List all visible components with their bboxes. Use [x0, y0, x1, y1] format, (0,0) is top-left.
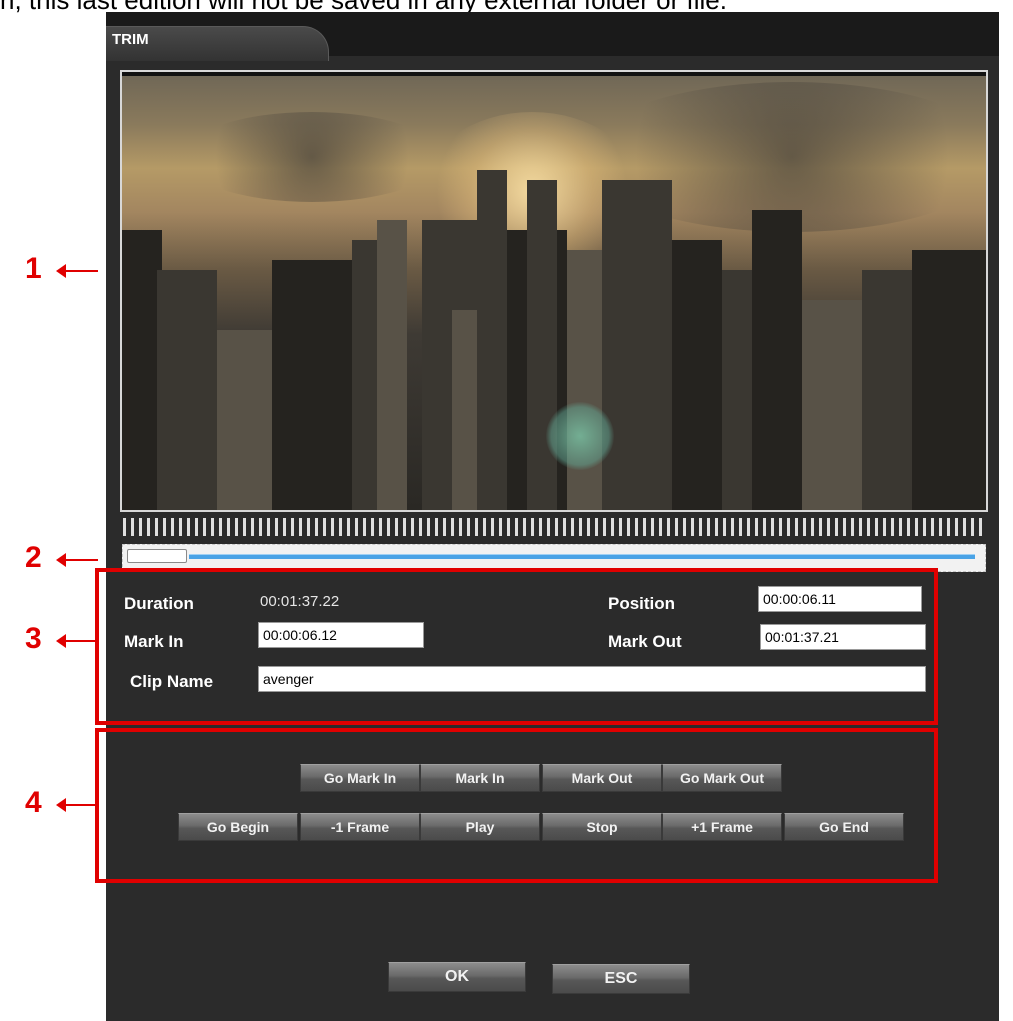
- callout-3-arrow: [56, 634, 96, 648]
- building: [157, 270, 217, 510]
- building: [912, 250, 986, 510]
- tab-trim-label: TRIM: [112, 31, 149, 48]
- building: [272, 260, 352, 510]
- building: [752, 210, 802, 510]
- building: [217, 330, 277, 510]
- building: [602, 180, 672, 510]
- slider-thumb[interactable]: [127, 549, 187, 563]
- building: [377, 220, 407, 510]
- frame-tick-ruler: [123, 518, 987, 536]
- slider-track: [189, 554, 975, 559]
- callout-1: 1: [25, 252, 42, 285]
- annotation-box-3: [95, 568, 938, 725]
- tab-trim[interactable]: TRIM: [106, 26, 329, 61]
- video-preview: [120, 70, 988, 512]
- video-top-edge: [122, 72, 986, 76]
- callout-3: 3: [25, 622, 42, 655]
- building: [672, 240, 722, 510]
- ok-button[interactable]: OK: [388, 962, 526, 992]
- callout-4: 4: [25, 786, 42, 819]
- annotation-box-4: [95, 728, 938, 883]
- callout-2-arrow: [56, 553, 98, 567]
- esc-button[interactable]: ESC: [552, 964, 690, 994]
- lens-flare: [546, 402, 614, 470]
- building: [122, 230, 162, 510]
- callout-2: 2: [25, 541, 42, 574]
- callout-4-arrow: [56, 798, 96, 812]
- callout-1-arrow: [56, 264, 98, 278]
- building: [527, 180, 557, 510]
- cloud: [182, 112, 442, 202]
- building: [477, 170, 507, 510]
